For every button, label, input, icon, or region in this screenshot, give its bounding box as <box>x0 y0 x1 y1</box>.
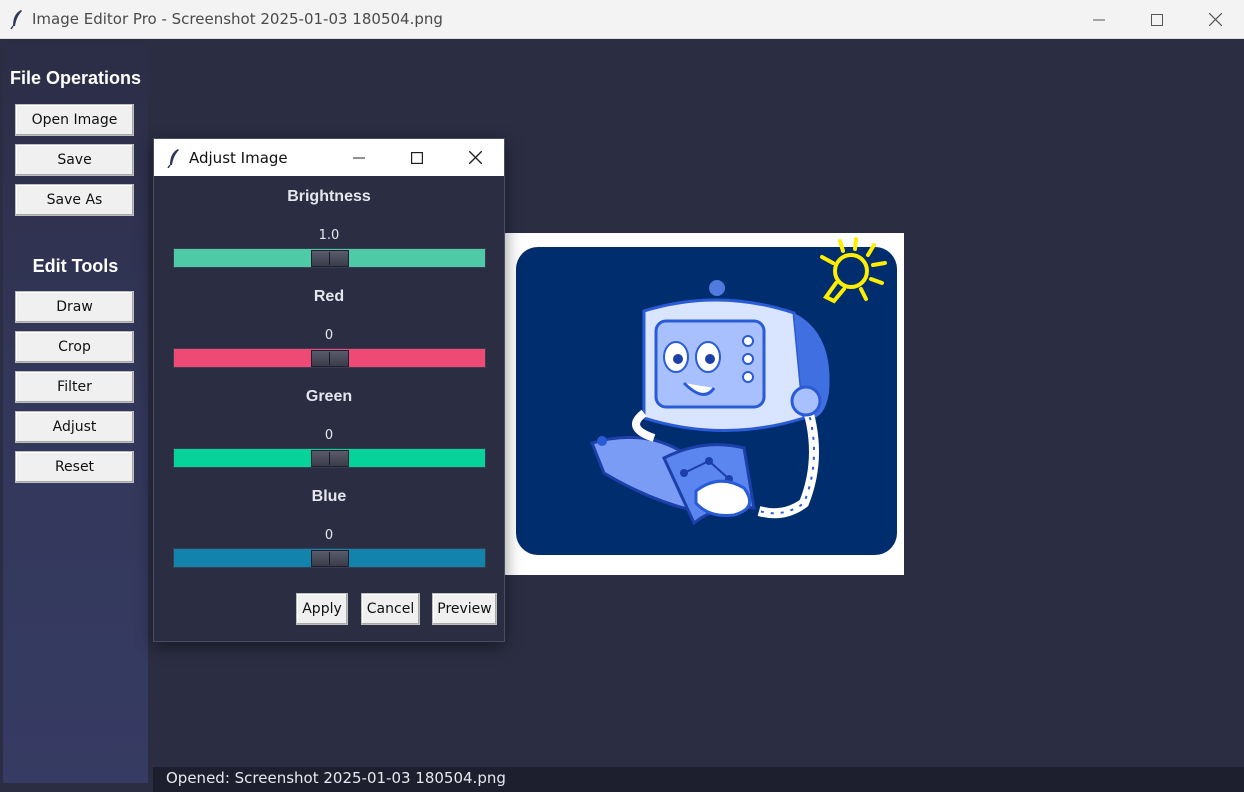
brightness-value: 1.0 <box>318 228 340 243</box>
open-image-button[interactable]: Open Image <box>15 104 134 136</box>
save-button[interactable]: Save <box>15 144 134 176</box>
sidebar: File Operations Open Image Save Save As … <box>3 45 148 783</box>
minimize-button[interactable] <box>1070 0 1128 39</box>
cancel-button[interactable]: Cancel <box>361 593 420 625</box>
adjust-button[interactable]: Adjust <box>15 411 134 443</box>
adjust-image-dialog: Adjust Image Brightness 1.0 Red 0 Green … <box>153 138 505 642</box>
brightness-label: Brightness <box>287 188 371 205</box>
close-icon <box>1208 13 1222 26</box>
file-operations-heading: File Operations <box>9 68 142 88</box>
save-as-button[interactable]: Save As <box>15 184 134 216</box>
green-label: Green <box>305 388 353 405</box>
status-bar: Opened: Screenshot 2025-01-03 180504.png <box>153 767 1244 792</box>
app-titlebar: Image Editor Pro - Screenshot 2025-01-03… <box>0 0 1244 39</box>
crop-button[interactable]: Crop <box>15 331 134 363</box>
preview-button[interactable]: Preview <box>432 593 497 625</box>
brightness-slider[interactable] <box>173 248 486 268</box>
canvas-image <box>504 233 904 575</box>
red-label: Red <box>313 288 345 305</box>
dialog-maximize-button[interactable] <box>388 139 446 176</box>
dialog-close-button[interactable] <box>446 139 504 176</box>
maximize-icon <box>1151 13 1163 26</box>
minimize-icon <box>1093 19 1105 20</box>
edit-tools-heading: Edit Tools <box>32 256 119 276</box>
dialog-title: Adjust Image <box>189 148 288 167</box>
dialog-titlebar: Adjust Image <box>154 139 504 176</box>
window-title: Image Editor Pro - Screenshot 2025-01-03… <box>32 10 443 28</box>
apply-button[interactable]: Apply <box>296 593 348 625</box>
draw-button[interactable]: Draw <box>15 291 134 323</box>
green-slider[interactable] <box>173 448 486 468</box>
maximize-icon <box>411 151 423 164</box>
filter-button[interactable]: Filter <box>15 371 134 403</box>
close-icon <box>468 151 482 164</box>
red-slider-thumb[interactable] <box>311 350 349 367</box>
blue-value: 0 <box>324 528 334 543</box>
minimize-icon <box>353 157 365 158</box>
blue-label: Blue <box>311 488 347 505</box>
feather-icon <box>8 9 26 29</box>
blue-slider-thumb[interactable] <box>311 550 349 567</box>
green-value: 0 <box>324 428 334 443</box>
green-slider-thumb[interactable] <box>311 450 349 467</box>
red-value: 0 <box>324 328 334 343</box>
brightness-slider-thumb[interactable] <box>311 250 349 267</box>
feather-icon <box>165 148 183 168</box>
reset-button[interactable]: Reset <box>15 451 134 483</box>
dialog-minimize-button[interactable] <box>330 139 388 176</box>
close-button[interactable] <box>1186 0 1244 39</box>
blue-slider[interactable] <box>173 548 486 568</box>
maximize-button[interactable] <box>1128 0 1186 39</box>
red-slider[interactable] <box>173 348 486 368</box>
